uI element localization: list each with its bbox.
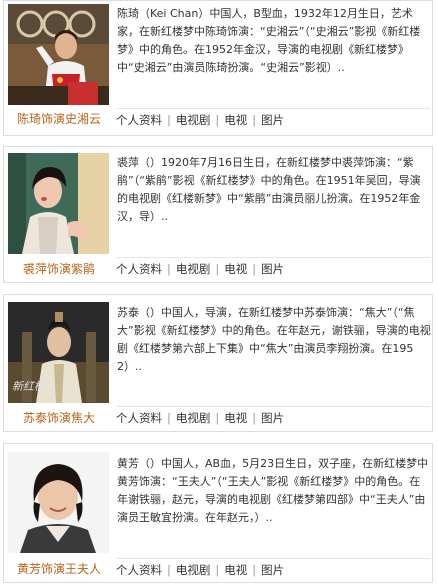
actor-role-caption[interactable]: 陈琦饰演史湘云	[4, 110, 114, 127]
link-tv-series[interactable]: 电视剧	[176, 411, 211, 425]
actor-photo[interactable]: 新红楼	[8, 302, 109, 403]
actor-bio: 苏泰（）中国人，导演，在新红楼梦中苏泰饰演：“焦大”（“焦大”影视《新红楼梦》中…	[117, 306, 431, 373]
link-profile[interactable]: 个人资料	[116, 113, 162, 127]
actor-photo-image	[8, 452, 109, 553]
actor-bio: 裘萍（）1920年7月16日生日，在新红楼梦中裘萍饰演：“紫鹃”（“紫鹃”影视《…	[117, 156, 421, 223]
link-photos[interactable]: 图片	[261, 113, 284, 127]
actor-links: 个人资料 | 电视剧 | 电视 | 图片	[116, 406, 430, 426]
actor-role-caption[interactable]: 裘萍饰演紫鹃	[4, 260, 114, 277]
link-photos[interactable]: 图片	[261, 262, 284, 276]
link-profile[interactable]: 个人资料	[116, 563, 162, 577]
separator: |	[167, 411, 171, 425]
separator: |	[252, 262, 257, 276]
separator: |	[167, 563, 171, 577]
link-photos[interactable]: 图片	[261, 563, 284, 577]
actor-card: 新红楼 苏泰饰演焦大 苏泰（）中国人，导演，在新红楼梦中苏泰饰演：“焦大”（“焦…	[3, 294, 433, 432]
link-tv[interactable]: 电视	[224, 262, 247, 276]
separator: |	[252, 113, 257, 127]
actor-photo[interactable]	[8, 452, 109, 553]
separator: |	[215, 113, 220, 127]
link-tv-series[interactable]: 电视剧	[176, 113, 211, 127]
link-tv[interactable]: 电视	[224, 113, 247, 127]
actor-card: 陈琦饰演史湘云 陈琦（Kei Chan）中国人，B型血，1932年12月生日，艺…	[3, 0, 433, 136]
actor-links: 个人资料 | 电视剧 | 电视 | 图片	[116, 558, 430, 578]
actor-bio: 陈琦（Kei Chan）中国人，B型血，1932年12月生日，艺术家，在新红楼梦…	[117, 7, 421, 74]
actor-card: 黄芳饰演王夫人 黄芳（）中国人，AB血，5月23日生日，双子座，在新红楼梦中黄芳…	[3, 443, 433, 583]
svg-text:新红楼: 新红楼	[12, 380, 47, 393]
separator: |	[215, 563, 220, 577]
actor-photo[interactable]	[8, 4, 109, 105]
actor-photo-image	[8, 153, 109, 254]
actor-card: 裘萍饰演紫鹃 裘萍（）1920年7月16日生日，在新红楼梦中裘萍饰演：“紫鹃”（…	[3, 146, 433, 283]
link-tv[interactable]: 电视	[224, 411, 247, 425]
actor-role-caption[interactable]: 苏泰饰演焦大	[4, 409, 114, 426]
separator: |	[252, 563, 257, 577]
separator: |	[167, 262, 171, 276]
actor-role-caption[interactable]: 黄芳饰演王夫人	[4, 560, 114, 577]
separator: |	[215, 411, 220, 425]
actor-bio: 黄芳（）中国人，AB血，5月23日生日，双子座，在新红楼梦中黄芳饰演：“王夫人”…	[117, 457, 429, 524]
actor-links: 个人资料 | 电视剧 | 电视 | 图片	[116, 257, 430, 277]
link-profile[interactable]: 个人资料	[116, 262, 162, 276]
actor-photo-image: 新红楼	[8, 302, 109, 403]
separator: |	[215, 262, 220, 276]
link-photos[interactable]: 图片	[261, 411, 284, 425]
actor-photo[interactable]	[8, 153, 109, 254]
link-profile[interactable]: 个人资料	[116, 411, 162, 425]
separator: |	[252, 411, 257, 425]
actor-links: 个人资料 | 电视剧 | 电视 | 图片	[116, 108, 430, 128]
link-tv-series[interactable]: 电视剧	[176, 563, 211, 577]
separator: |	[167, 113, 171, 127]
actor-photo-image	[8, 4, 109, 105]
link-tv[interactable]: 电视	[224, 563, 247, 577]
actor-list: 陈琦饰演史湘云 陈琦（Kei Chan）中国人，B型血，1932年12月生日，艺…	[0, 0, 438, 587]
link-tv-series[interactable]: 电视剧	[176, 262, 211, 276]
